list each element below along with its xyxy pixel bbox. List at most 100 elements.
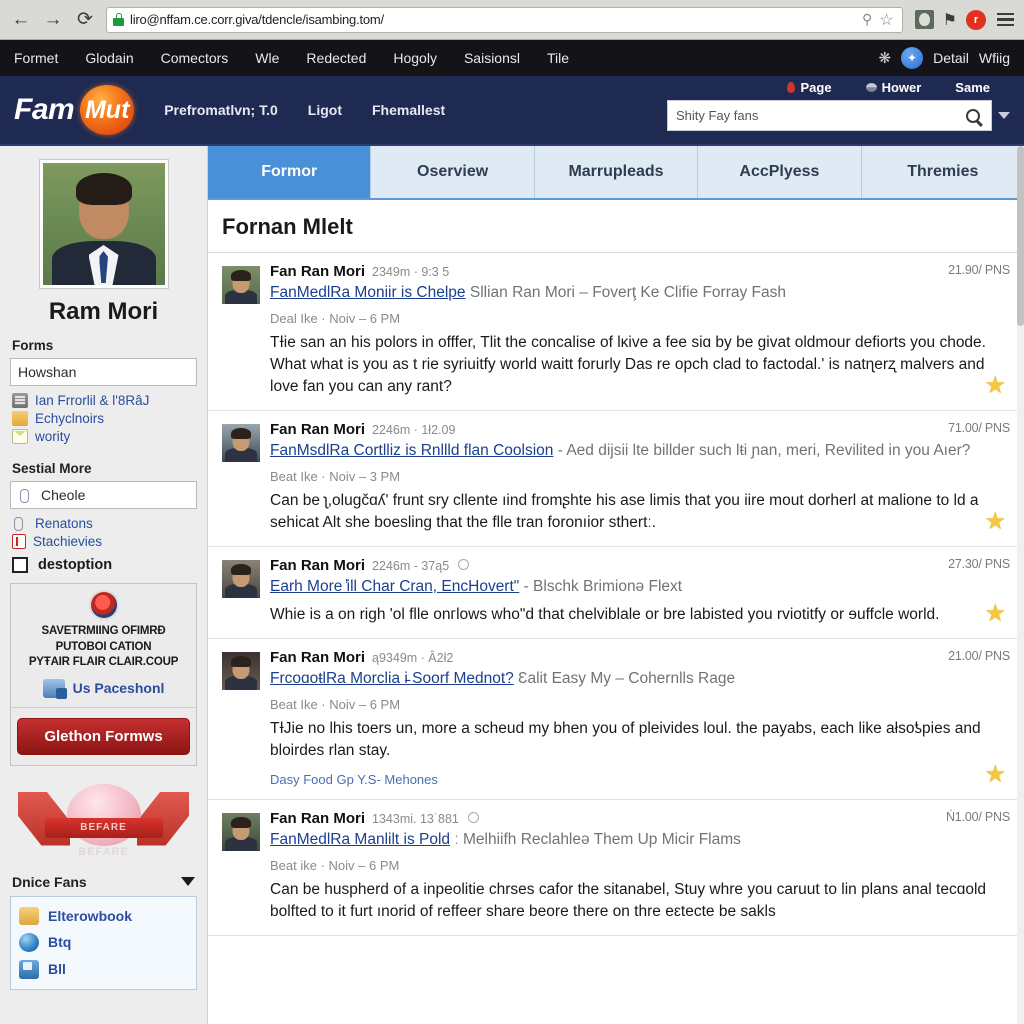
search-icon[interactable] bbox=[966, 108, 980, 123]
os-menu-item-0[interactable]: Formet bbox=[14, 50, 58, 66]
os-menu-item-1[interactable]: Glodain bbox=[85, 50, 133, 66]
os-menu-item-2[interactable]: Comectors bbox=[161, 50, 229, 66]
avatar[interactable] bbox=[222, 266, 260, 304]
sestial-value: Cheole bbox=[41, 487, 86, 503]
flag-icon[interactable]: ⚑ bbox=[943, 10, 957, 30]
promo-line-2: PUTOBOI CATION bbox=[55, 640, 152, 653]
star-icon[interactable]: ★ bbox=[984, 371, 1006, 400]
extension-app-icon[interactable] bbox=[914, 10, 934, 29]
star-icon[interactable]: ★ bbox=[984, 760, 1006, 789]
account-label[interactable]: Detail bbox=[933, 50, 969, 66]
briefcase-icon bbox=[19, 959, 39, 979]
bluetooth-icon[interactable]: ❋ bbox=[879, 49, 892, 67]
scrollbar[interactable] bbox=[1017, 146, 1024, 1024]
post-author[interactable]: Fan Ran Mori bbox=[270, 557, 365, 574]
fan-item-label: Elterowbook bbox=[48, 907, 133, 924]
post-item: Fan Ran Mori 2246m - 37ą5 Earh More ̕ill… bbox=[208, 547, 1024, 639]
os-menu-item-5[interactable]: Hogoly bbox=[393, 50, 437, 66]
post-title-link[interactable]: Earh More ̕ill Char Cran, EncHovertʺ bbox=[270, 578, 519, 595]
os-menu-item-6[interactable]: Saisionsl bbox=[464, 50, 520, 66]
chevron-down-icon[interactable] bbox=[998, 112, 1010, 119]
destoption-label: destoption bbox=[38, 557, 113, 573]
address-bar[interactable]: liro@nffam.ce.corr.giva/tdencle/isambing… bbox=[106, 6, 903, 33]
post-title-link[interactable]: FanMedlRa Manlilt is Pold bbox=[270, 831, 450, 848]
post-footer[interactable]: Dasy Food Gp Y.S- Mehones bbox=[270, 772, 1010, 787]
promo-cta-button[interactable]: Glethon Formws bbox=[17, 717, 190, 755]
post-subinfo: Deal Ike · Noiv – 6 PM bbox=[270, 310, 401, 326]
profile-name: Ram Mori bbox=[48, 298, 159, 325]
site-nav-item-2[interactable]: Fhemallest bbox=[372, 102, 445, 118]
post-subinfo: Beat Ike · Noiv – 3 PM bbox=[270, 468, 401, 484]
doc-icon bbox=[12, 534, 26, 549]
sestial-input[interactable]: Cheole bbox=[10, 481, 197, 509]
search-box[interactable] bbox=[667, 100, 992, 131]
tab-marrupleads[interactable]: Marrupleads bbox=[534, 146, 699, 198]
account-avatar-icon[interactable]: ✦ bbox=[901, 47, 924, 69]
site-logo[interactable]: Fam Mut bbox=[14, 85, 135, 135]
divider bbox=[11, 706, 196, 708]
list-item[interactable]: Btq bbox=[19, 929, 188, 956]
avatar[interactable] bbox=[38, 159, 169, 289]
forward-button[interactable]: → bbox=[40, 7, 66, 33]
avatar[interactable] bbox=[222, 559, 260, 598]
forms-input[interactable]: Howshan bbox=[10, 358, 197, 386]
back-button[interactable]: ← bbox=[8, 7, 34, 33]
logo-text-right: Mut bbox=[84, 95, 130, 124]
sidebar-link-mail[interactable]: wority bbox=[12, 429, 197, 444]
sidebar-link-renatons[interactable]: Renatons bbox=[12, 516, 197, 531]
star-icon[interactable]: ★ bbox=[984, 599, 1006, 628]
post-price: 27.30/ PNS bbox=[948, 556, 1010, 571]
search-input[interactable] bbox=[676, 108, 966, 123]
tab-formor[interactable]: Formor bbox=[208, 146, 372, 198]
chevron-down-icon[interactable] bbox=[181, 877, 195, 887]
post-item: Fan Ran Mori 2349m · 9:3 5 FanMedlRa Mon… bbox=[208, 253, 1024, 411]
bookmark-icon[interactable]: ☆ bbox=[879, 10, 893, 30]
reload-button[interactable]: ⟳ bbox=[72, 7, 98, 33]
avatar[interactable] bbox=[222, 423, 260, 462]
top-link-page[interactable]: Page bbox=[787, 80, 832, 95]
fan-item-label: Bll bbox=[48, 961, 66, 978]
checkbox-icon[interactable] bbox=[12, 557, 28, 573]
list-item[interactable]: Bll bbox=[19, 956, 188, 983]
wifi-label[interactable]: Wfiig bbox=[979, 50, 1010, 66]
destoption-checkbox-row[interactable]: destoption bbox=[12, 557, 197, 573]
avatar[interactable] bbox=[222, 812, 260, 851]
os-menu-item-4[interactable]: Redected bbox=[306, 50, 366, 66]
list-item[interactable]: Elterowbook bbox=[19, 903, 188, 929]
post-author[interactable]: Fan Ran Mori bbox=[270, 649, 365, 666]
pin-icon[interactable]: ⚲ bbox=[862, 11, 872, 28]
sidebar-link-stachievies[interactable]: Stachievies bbox=[12, 534, 197, 549]
post-item: Fan Ran Mori 1343mi. 13˙881 FanMedlRa Ma… bbox=[208, 800, 1024, 936]
tab-thremies[interactable]: Thremies bbox=[861, 146, 1024, 198]
top-link-same-label: Same bbox=[955, 80, 990, 95]
post-title-link[interactable]: FanMsdlRa Cortlliz is Rnllld flan Coolsi… bbox=[270, 442, 553, 459]
star-icon[interactable]: ★ bbox=[984, 507, 1006, 536]
forms-heading: Forms bbox=[12, 338, 54, 353]
sidebar-link-folder[interactable]: Echyclnoirs bbox=[12, 411, 197, 426]
avatar[interactable] bbox=[222, 651, 260, 690]
promo-link[interactable]: Us Paceshonl bbox=[17, 678, 190, 699]
post-title-link[interactable]: FanMedlRa Moniir is Chelpe bbox=[270, 284, 466, 301]
os-menu-item-7[interactable]: Tile bbox=[547, 50, 569, 66]
top-link-same[interactable]: Same bbox=[955, 80, 990, 95]
extension-badge-icon[interactable]: r bbox=[966, 9, 986, 30]
post-author[interactable]: Fan Ran Mori bbox=[270, 810, 365, 827]
scrollbar-thumb[interactable] bbox=[1017, 146, 1024, 326]
coins-icon bbox=[19, 906, 39, 925]
os-menu-item-3[interactable]: Wle bbox=[255, 50, 279, 66]
top-link-hower[interactable]: Hower bbox=[865, 80, 921, 95]
site-nav-item-1[interactable]: Ligot bbox=[308, 102, 342, 118]
site-header-right: Page Hower Same bbox=[667, 80, 1010, 131]
promo-banner-image: BEFARE BEFARE bbox=[10, 778, 197, 866]
site-nav-item-0[interactable]: Prefromatlvn; T.0 bbox=[164, 102, 278, 118]
post-author[interactable]: Fan Ran Mori bbox=[270, 263, 365, 280]
post-author[interactable]: Fan Ran Mori bbox=[270, 421, 365, 438]
tab-accplyess[interactable]: AccPlyess bbox=[698, 146, 862, 198]
tab-oserview[interactable]: Oserview bbox=[371, 146, 535, 198]
post-text: Can be huspherd of a inpeolitie chrses c… bbox=[270, 880, 987, 920]
post-title-link[interactable]: FrcoɑoŧlRa Morclia i̵ Soorf Mednot? bbox=[270, 670, 514, 687]
post-title-rest: Ɛalit Easy My – Cohernlls Rage bbox=[518, 669, 736, 687]
browser-menu-icon[interactable] bbox=[995, 11, 1016, 29]
top-link-page-label: Page bbox=[800, 80, 832, 95]
sidebar-link-building[interactable]: Ian Frrorlil & l'8RâJ bbox=[12, 393, 197, 408]
